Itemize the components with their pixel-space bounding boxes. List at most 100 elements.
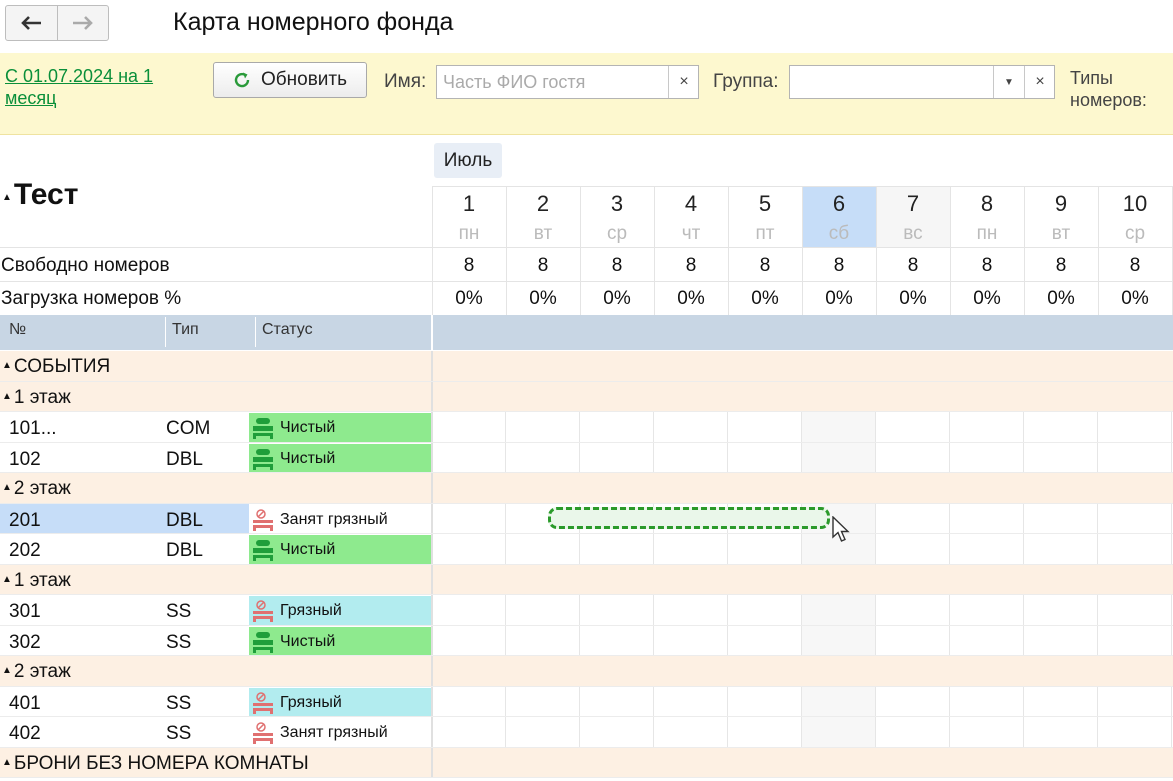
day-cell[interactable] bbox=[802, 626, 876, 656]
day-cell[interactable] bbox=[432, 534, 506, 565]
day-cell[interactable] bbox=[1024, 412, 1098, 443]
day-cell[interactable] bbox=[876, 626, 950, 656]
day-cell[interactable] bbox=[728, 626, 802, 656]
day-cell[interactable] bbox=[506, 626, 580, 656]
day-cell[interactable] bbox=[580, 443, 654, 473]
day-cell[interactable] bbox=[506, 534, 580, 565]
day-cell[interactable] bbox=[1024, 626, 1098, 656]
day-cell[interactable] bbox=[580, 412, 654, 443]
day-cell[interactable] bbox=[876, 534, 950, 565]
day-cell[interactable] bbox=[802, 443, 876, 473]
day-number: 2 bbox=[536, 191, 550, 216]
day-cell[interactable] bbox=[1024, 504, 1098, 534]
day-cell[interactable] bbox=[876, 504, 950, 534]
day-cell[interactable] bbox=[580, 717, 654, 748]
day-cell[interactable] bbox=[1098, 412, 1172, 443]
day-cell[interactable] bbox=[876, 595, 950, 626]
collapse-icon: ▲ bbox=[2, 757, 12, 768]
day-cell[interactable] bbox=[1024, 595, 1098, 626]
day-cell[interactable] bbox=[1098, 595, 1172, 626]
day-cell[interactable] bbox=[802, 687, 876, 717]
group-row-label[interactable]: ▲ СОБЫТИЯ bbox=[2, 356, 110, 378]
day-cell[interactable] bbox=[728, 595, 802, 626]
day-cell[interactable] bbox=[950, 595, 1024, 626]
day-cell[interactable] bbox=[1024, 687, 1098, 717]
day-cell[interactable] bbox=[654, 595, 728, 626]
group-row-label[interactable]: ▲ 1 этаж bbox=[2, 570, 71, 592]
day-cell[interactable] bbox=[1024, 717, 1098, 748]
day-cell[interactable] bbox=[506, 412, 580, 443]
day-cell[interactable] bbox=[1098, 534, 1172, 565]
day-cell[interactable] bbox=[950, 443, 1024, 473]
day-cell[interactable] bbox=[876, 412, 950, 443]
day-cell[interactable] bbox=[728, 717, 802, 748]
room-type: SS bbox=[166, 693, 192, 714]
day-cell[interactable] bbox=[876, 443, 950, 473]
day-cell[interactable] bbox=[654, 443, 728, 473]
refresh-button[interactable]: Обновить bbox=[213, 62, 367, 98]
day-cell[interactable] bbox=[506, 443, 580, 473]
day-cell[interactable] bbox=[506, 687, 580, 717]
board-title-row[interactable]: ▲Тест bbox=[2, 178, 78, 212]
day-cell[interactable] bbox=[950, 534, 1024, 565]
day-cell[interactable] bbox=[1098, 687, 1172, 717]
day-cell[interactable] bbox=[876, 687, 950, 717]
day-cell[interactable] bbox=[1024, 443, 1098, 473]
bed-green-icon bbox=[253, 631, 273, 653]
group-row-label[interactable]: ▲ 2 этаж bbox=[2, 478, 71, 500]
day-cell[interactable] bbox=[432, 687, 506, 717]
day-cell[interactable] bbox=[654, 717, 728, 748]
group-clear-button[interactable]: × bbox=[1024, 66, 1055, 98]
group-row-label[interactable]: ▲ 2 этаж bbox=[2, 661, 71, 683]
day-cell[interactable] bbox=[1098, 717, 1172, 748]
day-cell[interactable] bbox=[506, 717, 580, 748]
group-row-label[interactable]: ▲ 1 этаж bbox=[2, 387, 71, 409]
day-cell[interactable] bbox=[802, 412, 876, 443]
day-cell[interactable] bbox=[1098, 504, 1172, 534]
day-cell[interactable] bbox=[580, 626, 654, 656]
day-cell[interactable] bbox=[802, 717, 876, 748]
day-cell[interactable] bbox=[1024, 534, 1098, 565]
day-cell[interactable] bbox=[580, 687, 654, 717]
day-cell[interactable] bbox=[654, 412, 728, 443]
day-cell[interactable] bbox=[728, 534, 802, 565]
day-cell[interactable] bbox=[728, 412, 802, 443]
day-cell[interactable] bbox=[432, 412, 506, 443]
room-status: Занят грязный bbox=[249, 718, 432, 748]
day-cell[interactable] bbox=[432, 443, 506, 473]
day-cell[interactable] bbox=[654, 626, 728, 656]
day-cell[interactable] bbox=[654, 687, 728, 717]
day-cell[interactable] bbox=[580, 534, 654, 565]
day-cell[interactable] bbox=[728, 687, 802, 717]
day-cell[interactable] bbox=[432, 595, 506, 626]
column-header-type[interactable]: Тип bbox=[172, 321, 199, 339]
back-button[interactable] bbox=[6, 6, 57, 40]
day-cell[interactable] bbox=[580, 595, 654, 626]
booking-drag-selection[interactable] bbox=[548, 507, 830, 529]
day-cell[interactable] bbox=[950, 717, 1024, 748]
name-clear-button[interactable]: × bbox=[668, 66, 699, 98]
day-cell[interactable] bbox=[950, 687, 1024, 717]
day-cell[interactable] bbox=[950, 412, 1024, 443]
day-cell[interactable] bbox=[950, 504, 1024, 534]
column-header-status[interactable]: Статус bbox=[262, 321, 313, 339]
day-cell[interactable] bbox=[1098, 443, 1172, 473]
group-input[interactable] bbox=[790, 71, 1000, 93]
day-cell[interactable] bbox=[432, 504, 506, 534]
day-cell[interactable] bbox=[728, 443, 802, 473]
day-cell[interactable] bbox=[654, 534, 728, 565]
group-dropdown-button[interactable]: ▼ bbox=[993, 66, 1024, 98]
day-cell[interactable] bbox=[876, 717, 950, 748]
name-input[interactable] bbox=[437, 71, 674, 93]
day-weekday: чт bbox=[681, 223, 701, 244]
day-cell[interactable] bbox=[950, 626, 1024, 656]
day-cell[interactable] bbox=[432, 717, 506, 748]
day-cell[interactable] bbox=[802, 595, 876, 626]
day-cell[interactable] bbox=[1098, 626, 1172, 656]
forward-button[interactable] bbox=[56, 6, 109, 40]
column-header-number[interactable]: № bbox=[9, 321, 26, 339]
group-row-label[interactable]: ▲ БРОНИ БЕЗ НОМЕРА КОМНАТЫ bbox=[2, 753, 309, 775]
day-cell[interactable] bbox=[506, 595, 580, 626]
period-link[interactable]: С 01.07.2024 на 1 месяц bbox=[5, 65, 190, 109]
day-cell[interactable] bbox=[432, 626, 506, 656]
